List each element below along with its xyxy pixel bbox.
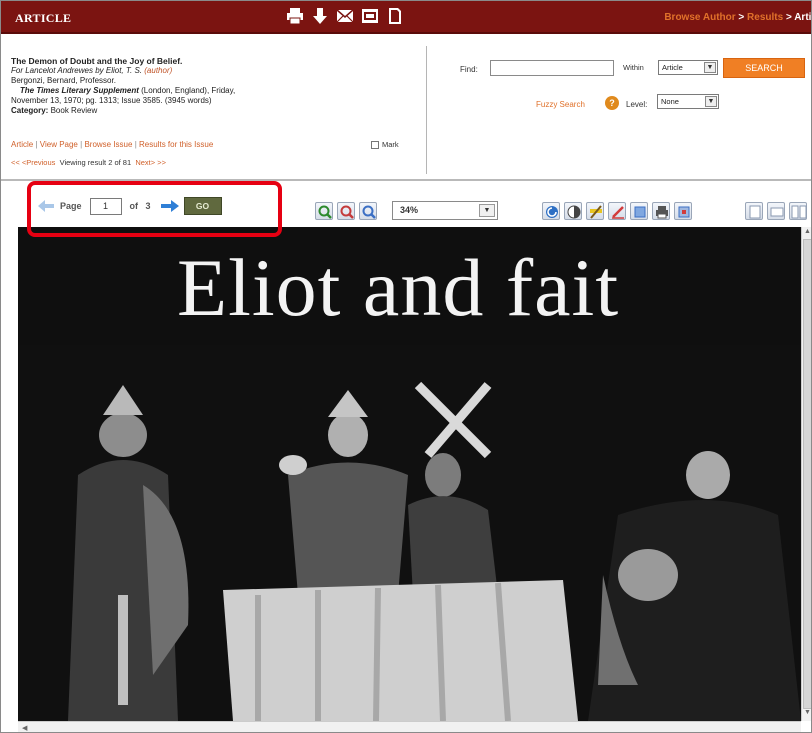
within-select-value: Article — [662, 63, 683, 72]
single-page-icon[interactable] — [745, 202, 763, 220]
article-info-panel: The Demon of Doubt and the Joy of Belief… — [1, 36, 811, 181]
scroll-up-icon[interactable]: ▲ — [804, 228, 811, 235]
scroll-left-icon[interactable]: ◀ — [22, 724, 27, 732]
publication-name: The Times Literary Supplement — [19, 86, 139, 95]
level-select-value: None — [661, 97, 679, 106]
horizontal-scrollbar[interactable]: ◀ — [18, 721, 801, 732]
view-page-link[interactable]: View Page — [40, 140, 78, 149]
category-value: Book Review — [50, 106, 98, 115]
article-link[interactable]: Article — [11, 140, 33, 149]
select-area-icon[interactable] — [630, 202, 648, 220]
article-author: Bergonzi, Bernard, Professor. — [11, 76, 116, 85]
header-bar: ARTICLE Browse Author > Results > Arti — [1, 1, 812, 34]
help-icon[interactable]: ? — [605, 96, 619, 110]
article-page-view[interactable]: Eliot and fait — [18, 227, 801, 721]
fit-width-icon[interactable] — [767, 202, 785, 220]
breadcrumb-browse-author[interactable]: Browse Author — [664, 12, 735, 23]
viewing-result-text: Viewing result 2 of 81 — [59, 158, 132, 167]
result-navigation: << <Previous Viewing result 2 of 81 Next… — [11, 158, 166, 167]
zoom-in-icon[interactable] — [315, 202, 333, 220]
breadcrumb: Browse Author > Results > Artic — [664, 12, 812, 23]
previous-link[interactable]: << <Previous — [11, 158, 55, 167]
mark-checkbox[interactable]: Mark — [371, 140, 399, 149]
tool-icons — [285, 6, 405, 26]
download-icon[interactable] — [310, 6, 330, 26]
chevron-down-icon: ▼ — [479, 204, 495, 217]
mark-checkbox-box[interactable] — [371, 140, 379, 149]
theatre-photo — [18, 345, 801, 721]
scroll-down-icon[interactable]: ▼ — [804, 709, 811, 716]
chevron-down-icon: ▼ — [704, 62, 716, 73]
vertical-scrollbar[interactable]: ▲ ▼ — [801, 227, 811, 721]
fuzzy-search-link[interactable]: Fuzzy Search — [536, 100, 585, 109]
citation-block: The Demon of Doubt and the Joy of Belief… — [11, 56, 421, 116]
two-page-icon[interactable] — [789, 202, 807, 220]
find-input[interactable] — [490, 60, 614, 76]
article-subtitle: For Lancelot Andrewes by Eliot, T. S. — [11, 66, 143, 75]
category-label: Category: — [11, 106, 49, 115]
article-viewer-window: ARTICLE Browse Author > Results > Arti T… — [0, 0, 812, 733]
print-page-icon[interactable] — [652, 202, 670, 220]
breadcrumb-article: Artic — [794, 12, 812, 23]
contrast-icon[interactable] — [564, 202, 582, 220]
next-link[interactable]: Next> >> — [135, 158, 166, 167]
clip-icon[interactable] — [674, 202, 692, 220]
print-icon[interactable] — [285, 6, 305, 26]
within-select[interactable]: Article ▼ — [658, 60, 718, 75]
results-issue-link[interactable]: Results for this Issue — [139, 140, 213, 149]
chevron-down-icon: ▼ — [705, 96, 717, 107]
zoom-out-icon[interactable] — [337, 202, 355, 220]
panel-divider — [426, 46, 427, 174]
vertical-scroll-thumb[interactable] — [803, 239, 811, 709]
zoom-value: 34% — [400, 205, 419, 215]
page-title: ARTICLE — [15, 11, 72, 25]
pen-icon[interactable] — [608, 202, 626, 220]
level-label: Level: — [626, 100, 648, 109]
search-button[interactable]: SEARCH — [723, 58, 805, 78]
cite-icon[interactable] — [360, 6, 380, 26]
zoom-select[interactable]: 34% ▼ — [392, 201, 498, 220]
within-label: Within — [623, 63, 644, 72]
publication-details: (London, England), Friday, — [141, 86, 236, 95]
browse-issue-link[interactable]: Browse Issue — [84, 140, 132, 149]
find-label: Find: — [460, 65, 478, 74]
zoom-fit-icon[interactable] — [359, 202, 377, 220]
page-icon[interactable] — [385, 6, 405, 26]
mark-label: Mark — [382, 140, 399, 149]
highlight-icon[interactable] — [586, 202, 604, 220]
rotate-icon[interactable] — [542, 202, 560, 220]
pager-highlight — [27, 181, 282, 237]
article-title: The Demon of Doubt and the Joy of Belief… — [11, 56, 183, 66]
email-icon[interactable] — [335, 6, 355, 26]
article-headline: Eliot and fait — [177, 242, 620, 333]
breadcrumb-results[interactable]: Results — [747, 12, 783, 23]
level-select[interactable]: None ▼ — [657, 94, 719, 109]
article-links: Article | View Page | Browse Issue | Res… — [11, 140, 214, 149]
publication-issue: November 13, 1970; pg. 1313; Issue 3585.… — [11, 96, 212, 105]
author-role-link[interactable]: (author) — [144, 66, 172, 75]
